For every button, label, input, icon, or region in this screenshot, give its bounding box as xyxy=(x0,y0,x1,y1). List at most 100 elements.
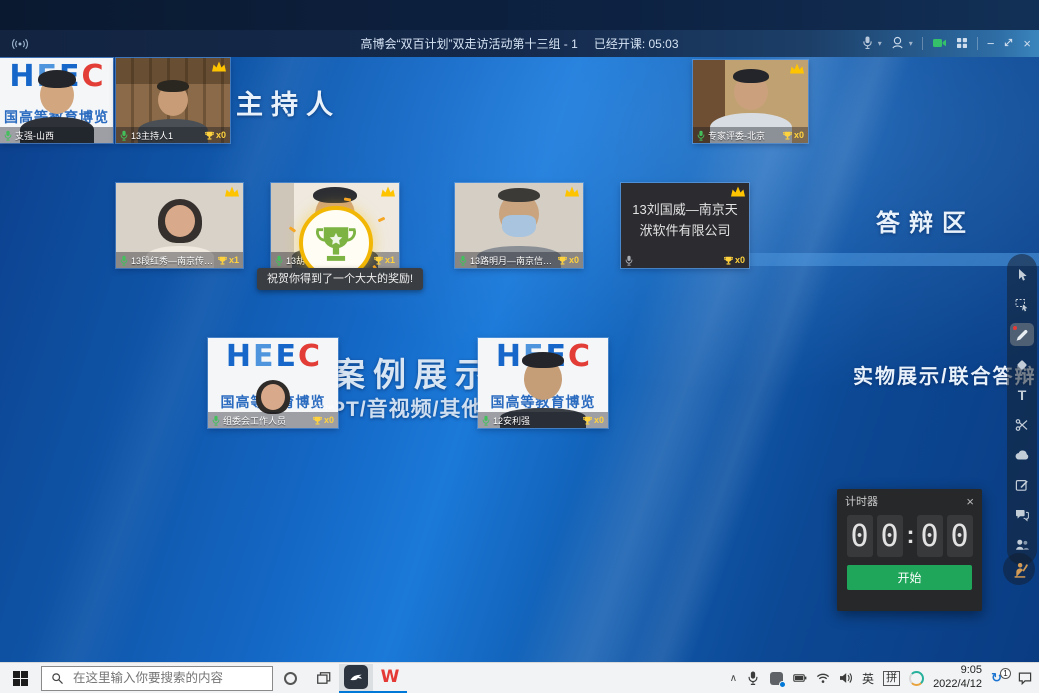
zone-label-case-sub: PPT/音视频/其他 xyxy=(316,393,484,423)
close-button[interactable]: × xyxy=(1023,37,1031,50)
tray-app-notification-icon[interactable] xyxy=(769,671,784,686)
windows-logo-icon xyxy=(13,671,28,686)
top-strip xyxy=(0,0,1039,30)
trophy-count: x0 xyxy=(558,255,579,265)
pointer-tool-icon[interactable] xyxy=(1010,263,1034,286)
taskbar-search[interactable] xyxy=(41,666,273,691)
trophy-count: x0 xyxy=(583,415,604,425)
video-tile-judge[interactable]: 专家评委-北京x0 xyxy=(693,60,808,143)
clock-date: 2022/4/12 xyxy=(933,678,982,692)
divider xyxy=(922,37,923,50)
ime-pinyin-indicator[interactable]: 拼 xyxy=(883,671,900,686)
timer-colon: : xyxy=(907,522,913,550)
participant-name: 支强-山西 xyxy=(15,129,54,142)
whiteboard-edit-tool-icon[interactable] xyxy=(1010,473,1034,496)
mic-on-icon xyxy=(697,130,705,141)
classroom-stage: 主持人 答辩区 案例展示区 PPT/音视频/其他 实物展示/联合答辩 HEEC … xyxy=(0,57,1039,662)
participant-name: 13路明月—南京信息工... xyxy=(470,254,555,267)
classin-taskbar-button[interactable] xyxy=(339,664,373,693)
trophy-icon xyxy=(313,416,322,425)
video-tile-anliqiang[interactable]: HEEC 国高等教育博览 12安利强x0 xyxy=(478,338,608,428)
crown-icon xyxy=(731,186,745,197)
trophy-count: x1 xyxy=(374,255,395,265)
search-input[interactable] xyxy=(71,670,263,686)
scissors-tool-icon[interactable] xyxy=(1010,413,1034,436)
timer-start-button[interactable]: 开始 xyxy=(847,565,972,590)
mic-on-icon xyxy=(459,255,467,266)
timer-digit: 0 xyxy=(917,515,943,557)
video-tile-duanhongxiu[interactable]: 13段红秀—南京传媒学院x1 xyxy=(116,183,243,268)
timer-title: 计时器 xyxy=(845,493,878,509)
mic-on-icon xyxy=(212,415,220,426)
volume-icon[interactable] xyxy=(839,671,853,685)
drawing-toolbar: T xyxy=(1007,254,1037,565)
layout-grid-icon[interactable] xyxy=(956,37,968,51)
minimize-button[interactable]: − xyxy=(987,37,995,50)
video-tile-zhiqiang[interactable]: HEEC 国高等教育博览 支强-山西 xyxy=(0,58,113,143)
audio-icon[interactable] xyxy=(891,36,904,51)
mic-on-icon xyxy=(120,130,128,141)
video-tile-staff[interactable]: HEEC 国高等教育博览 CHINA 组委会工作人员x0 xyxy=(208,338,338,428)
crown-icon xyxy=(212,61,226,72)
resize-button[interactable] xyxy=(1003,37,1014,50)
crown-icon xyxy=(790,63,804,74)
start-button[interactable] xyxy=(0,663,40,693)
trophy-icon xyxy=(558,256,567,265)
marquee-select-tool-icon[interactable] xyxy=(1010,293,1034,316)
camera-icon[interactable] xyxy=(932,37,947,51)
wps-taskbar-button[interactable]: W xyxy=(373,664,407,693)
status-ring-icon[interactable] xyxy=(909,671,924,686)
windows-taskbar: W ∧ 英 拼 9:05 2022/4/12 ↻1 xyxy=(0,662,1039,693)
mic-on-icon xyxy=(482,415,490,426)
eraser-tool-icon[interactable] xyxy=(1010,353,1034,376)
chat-tool-icon[interactable] xyxy=(1010,503,1034,526)
pen-tool-icon[interactable] xyxy=(1010,323,1034,346)
trophy-count: x0 xyxy=(313,415,334,425)
trophy-count: x0 xyxy=(724,255,745,265)
video-tile-liuguowei-camera-off[interactable]: 13刘国威—南京天洑软件有限公司 x0 xyxy=(621,183,749,268)
update-notification-icon[interactable]: ↻1 xyxy=(991,670,1009,686)
trophy-icon xyxy=(218,256,227,265)
ime-language-indicator[interactable]: 英 xyxy=(862,670,874,687)
zone-label-defense: 答辩区 xyxy=(876,203,975,238)
cortana-button[interactable] xyxy=(273,663,307,693)
trophy-icon xyxy=(783,131,792,140)
audio-caret-icon[interactable]: ▾ xyxy=(909,39,913,48)
timer-widget: 计时器 × 0 0 : 0 0 开始 xyxy=(837,489,982,611)
mic-on-icon xyxy=(120,255,128,266)
search-icon xyxy=(51,672,64,685)
trophy-icon xyxy=(205,131,214,140)
task-view-button[interactable] xyxy=(307,663,339,693)
task-view-icon xyxy=(316,671,331,686)
microphone-caret-icon[interactable]: ▾ xyxy=(878,39,882,48)
cloud-tool-icon[interactable] xyxy=(1010,443,1034,466)
video-tile-host1[interactable]: 13主持人1x0 xyxy=(116,58,230,143)
timer-close-icon[interactable]: × xyxy=(966,495,974,508)
video-tile-lumingyue[interactable]: 13路明月—南京信息工...x0 xyxy=(455,183,583,268)
cortana-icon xyxy=(284,672,297,685)
participant-name: 13段红秀—南京传媒学院 xyxy=(131,254,215,267)
trophy-icon xyxy=(724,256,733,265)
trophy-icon xyxy=(583,416,592,425)
timer-digit: 0 xyxy=(877,515,903,557)
taskbar-clock[interactable]: 9:05 2022/4/12 xyxy=(933,664,982,692)
classin-icon xyxy=(344,665,368,689)
chevron-up-icon[interactable]: ∧ xyxy=(730,673,737,684)
face-mask xyxy=(502,215,536,237)
action-center-icon[interactable] xyxy=(1018,671,1032,685)
participant-name: 13主持人1 xyxy=(131,129,173,142)
meeting-title-text: 高博会“双百计划”双走访活动第十三组 - 1 xyxy=(360,37,577,51)
timer-digit: 0 xyxy=(847,515,873,557)
mic-muted-icon xyxy=(625,255,633,266)
battery-icon[interactable] xyxy=(793,671,807,685)
raise-hand-button[interactable] xyxy=(1003,553,1035,585)
clock-time: 9:05 xyxy=(933,664,982,678)
big-trophy-icon xyxy=(315,222,357,264)
text-tool-icon[interactable]: T xyxy=(1010,383,1034,406)
reward-tooltip: 祝贺你得到了一个大大的奖励! xyxy=(257,268,423,290)
microphone-icon[interactable] xyxy=(862,36,873,51)
system-tray: ∧ 英 拼 9:05 2022/4/12 ↻1 xyxy=(730,664,1039,692)
tray-microphone-icon[interactable] xyxy=(746,671,760,685)
trophy-count: x1 xyxy=(218,255,239,265)
wifi-icon[interactable] xyxy=(816,671,830,685)
